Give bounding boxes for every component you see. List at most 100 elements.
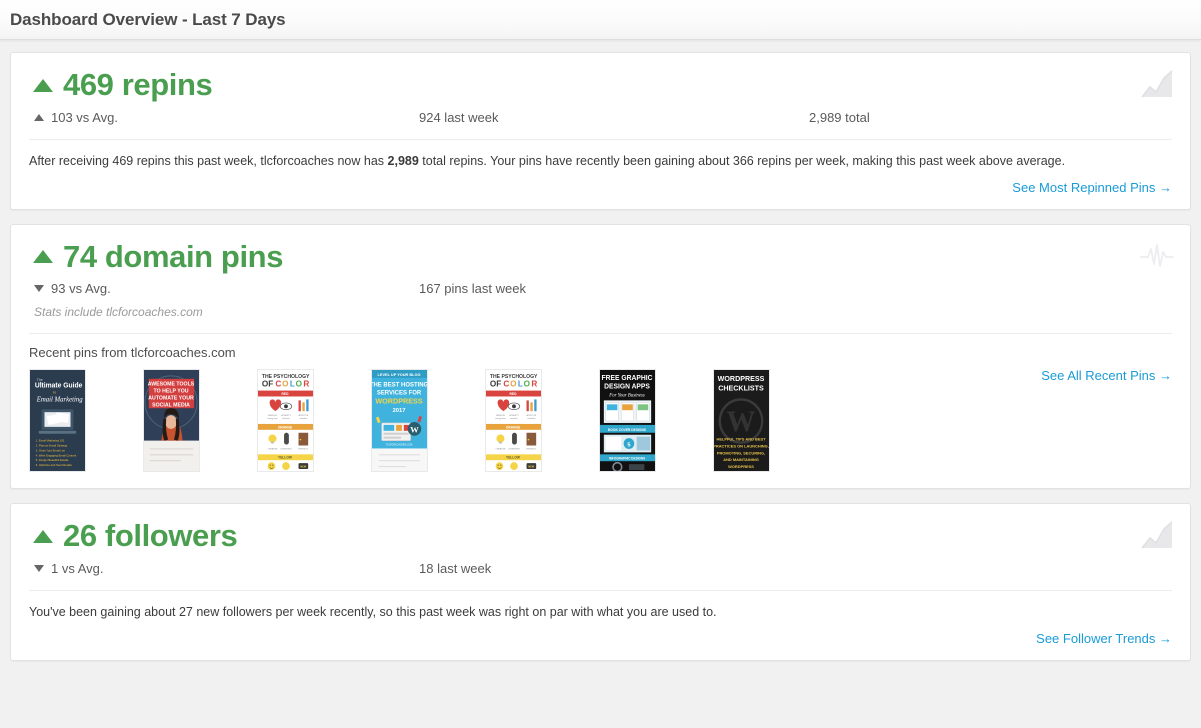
svg-text:AUTOMATE YOUR: AUTOMATE YOUR xyxy=(148,396,194,402)
svg-text:NEW: NEW xyxy=(300,466,306,469)
pin-free-graphic-design-apps[interactable]: FREE GRAPHIC DESIGN APPS For Your Busine… xyxy=(599,369,656,473)
domain-pins-stats-note: Stats include tlcforcoaches.com xyxy=(34,305,203,320)
svg-text:APPETITE: APPETITE xyxy=(526,414,536,417)
svg-text:The: The xyxy=(37,378,43,382)
svg-text:1. Email Marketing 101: 1. Email Marketing 101 xyxy=(36,439,65,443)
pin-psychology-of-color-1[interactable]: THE PSYCHOLOGY OF C O L O R RED PASSION … xyxy=(257,369,314,473)
svg-text:4. Write Engaging Email Conte: 4. Write Engaging Email Content xyxy=(36,453,77,457)
pin-psychology-of-color-2[interactable]: THE PSYCHOLOGY OF C O L O R RED PASSION … xyxy=(485,369,542,473)
svg-text:AWESOME TOOLS: AWESOME TOOLS xyxy=(148,382,195,388)
followers-description: You've been gaining about 27 new followe… xyxy=(29,604,717,619)
svg-text:attention: attention xyxy=(282,417,290,420)
svg-text:L: L xyxy=(518,380,523,389)
pin-wordpress-checklists[interactable]: WORDPRESS CHECKLISTS W HELPFUL TIPS AND … xyxy=(713,369,770,473)
svg-text:AND MAINTAINING: AND MAINTAINING xyxy=(723,457,759,462)
svg-text:HELPFUL TIPS AND BEST: HELPFUL TIPS AND BEST xyxy=(717,437,767,442)
svg-text:L: L xyxy=(290,380,295,389)
trend-up-icon xyxy=(33,529,53,543)
svg-text:ORANGE: ORANGE xyxy=(278,426,293,430)
svg-text:BOOK COVER DESIGNS: BOOK COVER DESIGNS xyxy=(608,428,647,432)
domain-pins-last-week-label: 167 pins last week xyxy=(419,281,526,297)
followers-headline-text: 26 followers xyxy=(63,518,238,554)
svg-text:O: O xyxy=(510,380,517,389)
pin-ultimate-guide-email-marketing[interactable]: The Ultimate Guide to Email Marketing 1.… xyxy=(29,369,86,473)
repins-headline: 469 repins xyxy=(29,67,1172,102)
repins-vs-avg: 103 vs Avg. xyxy=(34,110,419,125)
domain-pins-headline: 74 domain pins xyxy=(29,238,1172,274)
svg-text:stimulate: stimulate xyxy=(527,417,536,420)
svg-text:O: O xyxy=(296,380,303,389)
svg-text:TLCFORCOACHES.COM: TLCFORCOACHES.COM xyxy=(386,444,413,447)
pulse-line-icon xyxy=(1140,241,1174,271)
top-header-bar: Dashboard Overview - Last 7 Days xyxy=(0,0,1201,40)
trend-up-icon xyxy=(33,250,53,264)
repins-total-label: 2,989 total xyxy=(809,109,870,125)
repins-cta-row: See Most Repinned Pins → xyxy=(11,170,1190,209)
dashboard-body: 469 repins 103 vs Avg. 924 last week 2,9… xyxy=(0,40,1201,661)
svg-text:Ultimate Guide: Ultimate Guide xyxy=(35,383,83,390)
svg-text:URGENCY: URGENCY xyxy=(509,415,520,417)
svg-text:OF: OF xyxy=(262,380,273,389)
svg-text:FRIENDLY: FRIENDLY xyxy=(526,449,536,451)
svg-text:R: R xyxy=(303,380,309,389)
trend-up-small-icon xyxy=(34,113,44,121)
domain-pins-vs-avg: 93 vs Avg. xyxy=(34,281,419,296)
svg-text:C: C xyxy=(275,380,281,389)
svg-text:RED: RED xyxy=(282,392,290,396)
repins-desc-pre: After receiving 469 repins this past wee… xyxy=(29,153,388,168)
svg-text:CHECKLISTS: CHECKLISTS xyxy=(718,384,764,393)
followers-card-header: 26 followers 1 vs Avg. 18 last week xyxy=(11,504,1190,576)
pin-awesome-tools-social-media[interactable]: AWESOME TOOLS TO HELP YOU AUTOMATE YOUR … xyxy=(143,369,200,473)
page-title: Dashboard Overview - Last 7 Days xyxy=(10,9,286,29)
svg-text:3. Grow Your Email List: 3. Grow Your Email List xyxy=(36,449,65,453)
svg-text:energy love: energy love xyxy=(495,418,506,420)
svg-text:2. Plan an Email Strategy: 2. Plan an Email Strategy xyxy=(36,444,68,448)
svg-text:URGENCY: URGENCY xyxy=(281,415,292,417)
see-follower-trends-link[interactable]: See Follower Trends → xyxy=(1036,631,1172,646)
see-most-repinned-pins-link[interactable]: See Most Repinned Pins → xyxy=(1012,180,1172,195)
stat-card-followers: 26 followers 1 vs Avg. 18 last week You' xyxy=(10,503,1191,661)
recent-pins-cta-row: See All Recent Pins → xyxy=(1041,367,1172,385)
repins-desc-post: total repins. Your pins have recently be… xyxy=(418,153,1066,168)
domain-pins-last-week: 167 pins last week xyxy=(419,281,809,296)
repins-headline-text: 469 repins xyxy=(63,67,213,102)
svg-text:DESIGN APPS: DESIGN APPS xyxy=(604,384,650,391)
svg-text:APPETITE: APPETITE xyxy=(298,414,308,417)
followers-vs-avg: 1 vs Avg. xyxy=(34,561,419,576)
repins-total: 2,989 total xyxy=(809,110,870,125)
svg-text:WORDPRESS: WORDPRESS xyxy=(375,397,422,406)
svg-text:For Your Business: For Your Business xyxy=(608,394,645,399)
trend-down-small-icon xyxy=(34,285,44,293)
followers-last-week: 18 last week xyxy=(419,561,809,576)
svg-text:O: O xyxy=(282,380,289,389)
repins-description: After receiving 469 repins this past wee… xyxy=(11,140,1190,170)
svg-text:energy love: energy love xyxy=(267,418,278,420)
repins-last-week: 924 last week xyxy=(419,110,809,125)
svg-text:6. Optimize and Send Emails: 6. Optimize and Send Emails xyxy=(36,463,73,467)
repins-vs-avg-label: 103 vs Avg. xyxy=(51,109,118,125)
svg-text:SOCIAL MEDIA: SOCIAL MEDIA xyxy=(152,402,190,408)
svg-text:FREE GRAPHIC: FREE GRAPHIC xyxy=(602,375,653,382)
area-chart-icon xyxy=(1140,520,1174,550)
svg-text:O: O xyxy=(524,380,531,389)
svg-text:YELLOW: YELLOW xyxy=(278,456,293,460)
svg-text:CONFIDENT: CONFIDENT xyxy=(280,449,293,451)
svg-text:OF: OF xyxy=(490,380,501,389)
svg-text:PASSION: PASSION xyxy=(496,414,505,417)
domain-pins-vs-avg-label: 93 vs Avg. xyxy=(51,281,111,297)
svg-text:TO HELP YOU: TO HELP YOU xyxy=(154,389,189,395)
area-chart-icon xyxy=(1140,69,1174,99)
svg-text:CONFIDENT: CONFIDENT xyxy=(508,449,521,451)
svg-text:PROMOTING, SECURING,: PROMOTING, SECURING, xyxy=(717,451,765,456)
svg-text:CREATIVE: CREATIVE xyxy=(268,448,279,451)
see-all-recent-pins-link[interactable]: See All Recent Pins → xyxy=(1041,368,1172,383)
svg-text:R: R xyxy=(531,380,537,389)
svg-text:C: C xyxy=(503,380,509,389)
svg-text:YELLOW: YELLOW xyxy=(506,456,521,460)
pin-best-hosting-wordpress[interactable]: LEVEL UP YOUR BLOG THE BEST HOSTING SERV… xyxy=(371,369,428,473)
domain-pins-headline-text: 74 domain pins xyxy=(63,238,284,274)
domain-pins-substats: 93 vs Avg. 167 pins last week xyxy=(29,281,1172,296)
trend-down-small-icon xyxy=(34,564,44,572)
svg-text:attention: attention xyxy=(510,417,518,420)
repins-card-header: 469 repins 103 vs Avg. 924 last week 2,9… xyxy=(11,53,1190,125)
